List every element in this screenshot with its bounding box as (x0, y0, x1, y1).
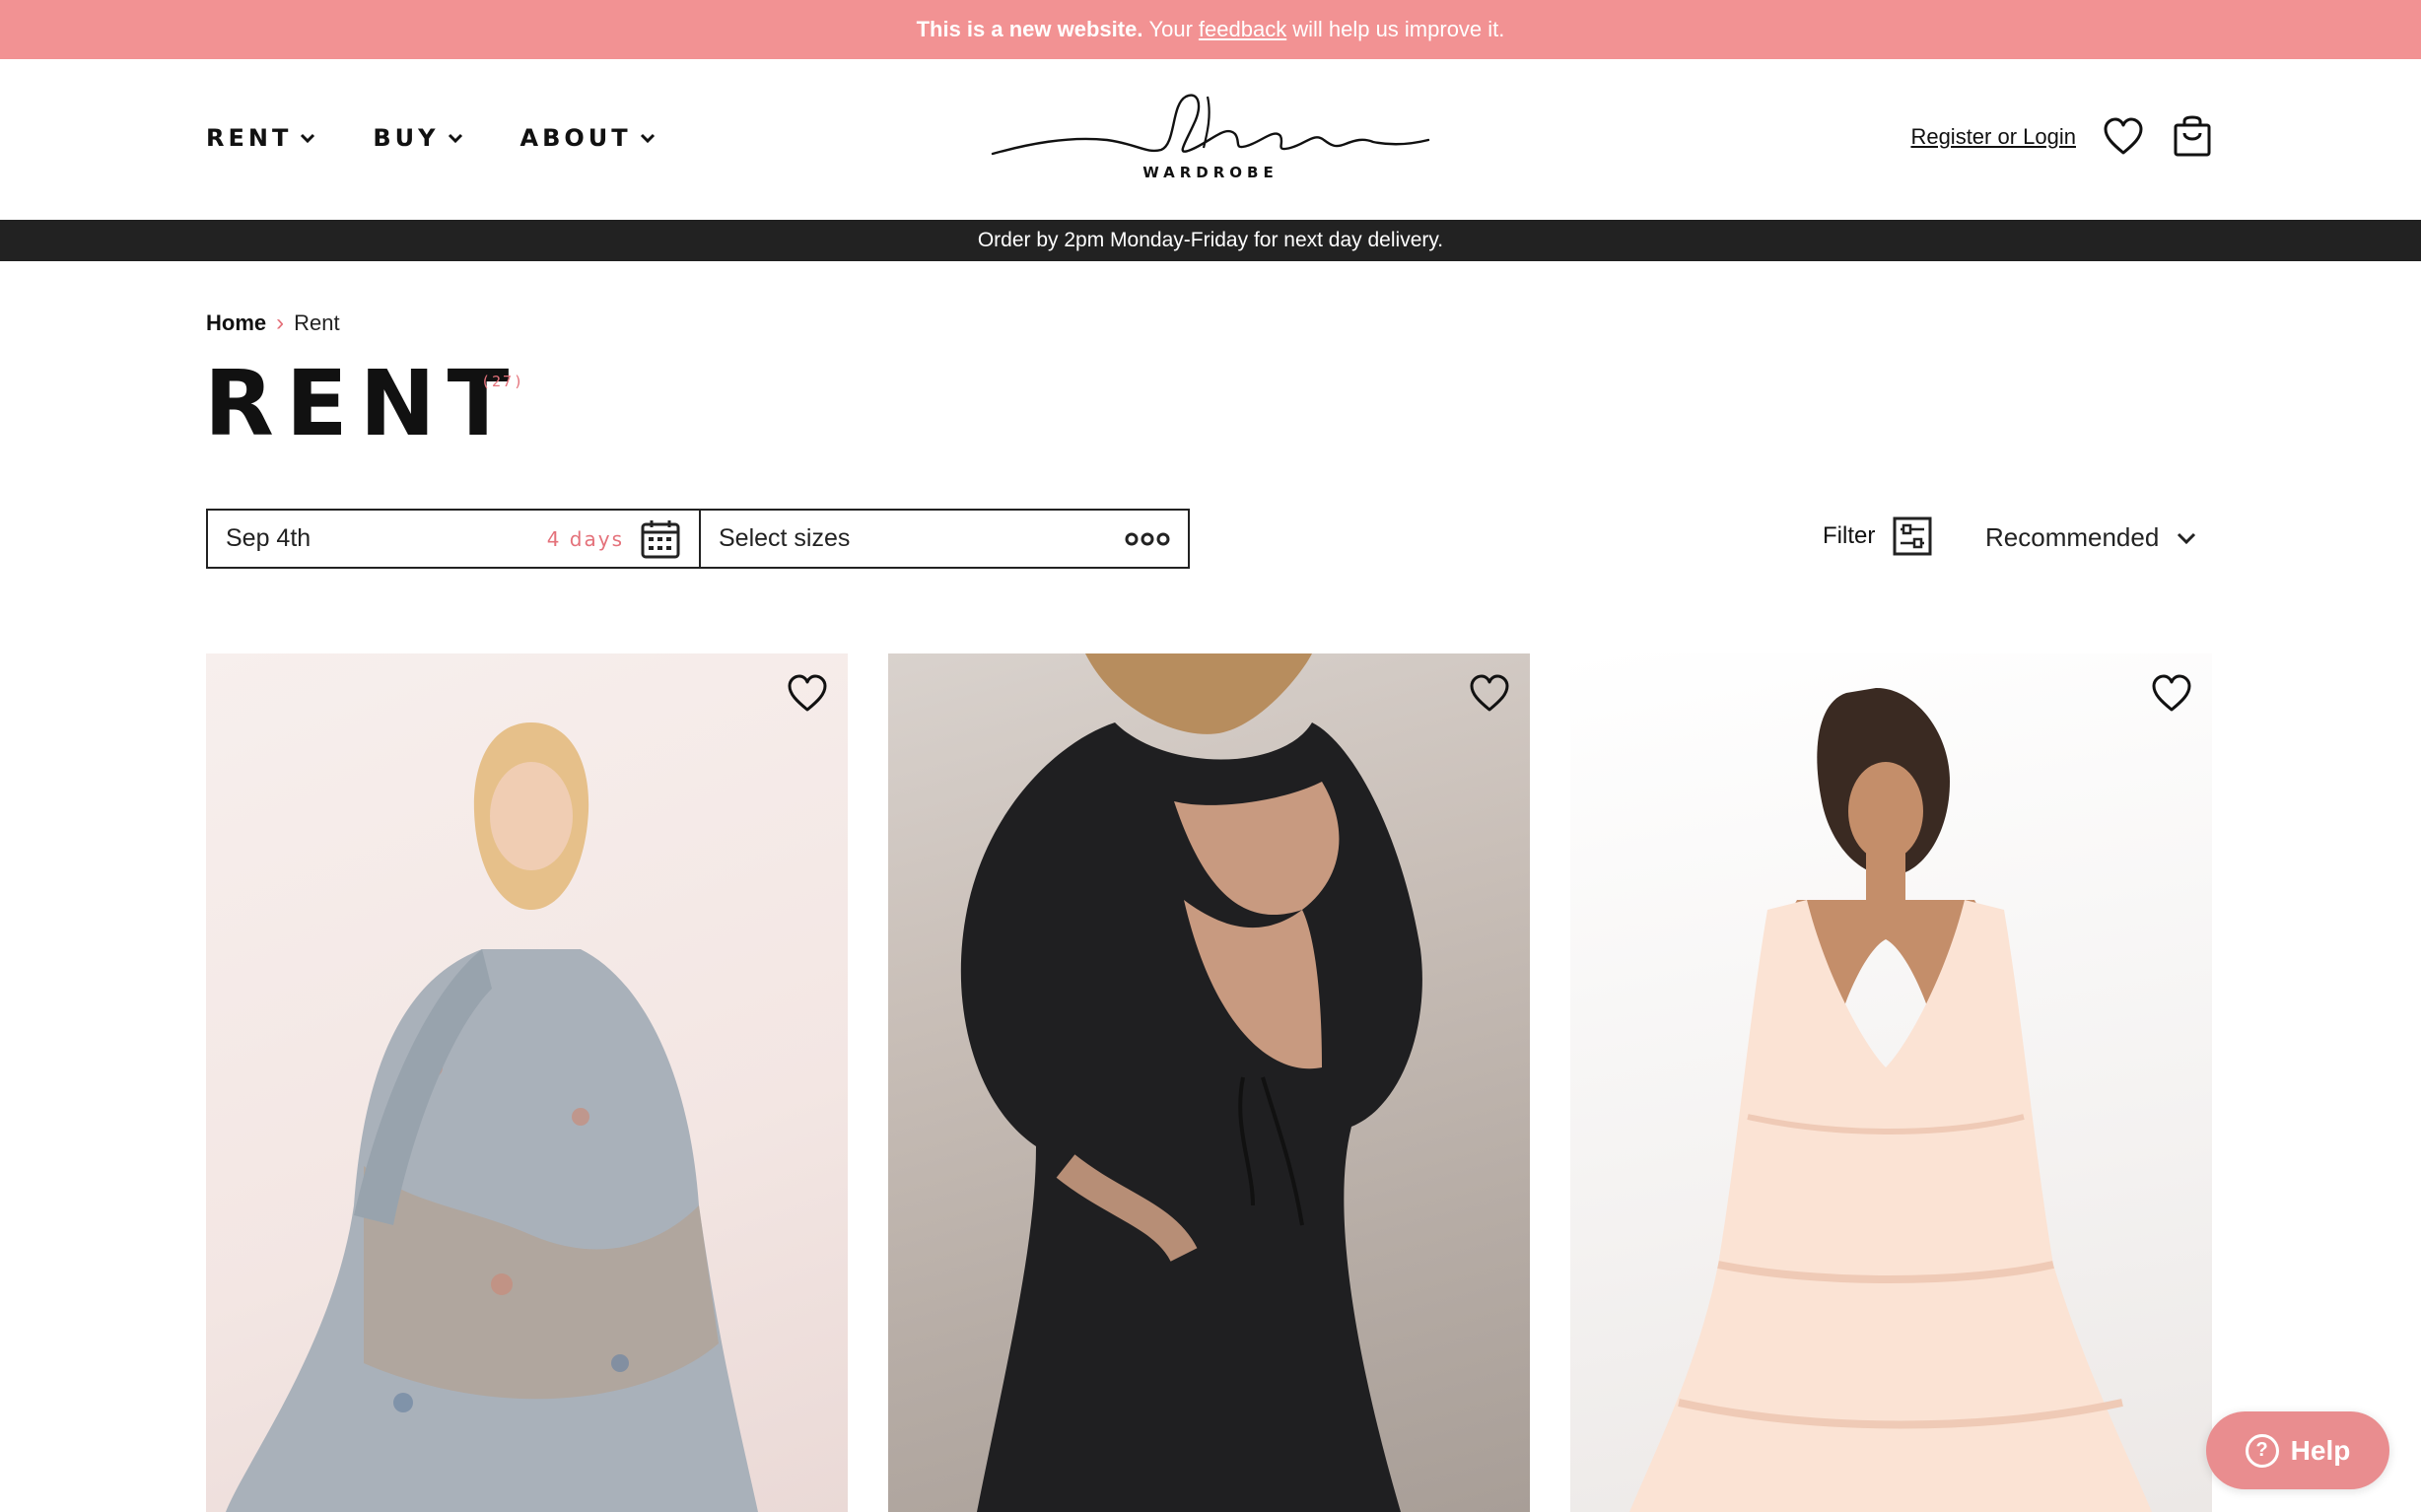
chevron-down-icon (301, 133, 315, 144)
account-area: Register or Login (1910, 115, 2214, 159)
sort-value: Recommended (1985, 522, 2160, 552)
size-selector[interactable]: Select sizes (701, 511, 1188, 567)
wishlist-toggle[interactable] (1465, 669, 1514, 719)
chevron-down-icon (448, 133, 462, 144)
breadcrumb-home[interactable]: Home (206, 310, 266, 336)
rental-duration: 4 days (546, 526, 624, 551)
heart-icon (1470, 674, 1509, 712)
cart-button[interactable] (2171, 115, 2214, 159)
page-title: RENT (204, 351, 521, 456)
product-grid (206, 653, 2213, 1512)
breadcrumb: Home › Rent (206, 309, 340, 337)
announcement-post: will help us improve it. (1292, 17, 1505, 41)
date-picker[interactable]: Sep 4th 4 days (208, 511, 701, 567)
announcement-bold: This is a new website. (916, 17, 1143, 41)
help-button[interactable]: ? Help (2206, 1411, 2389, 1489)
register-login-link[interactable]: Register or Login (1910, 124, 2076, 150)
breadcrumb-separator: › (276, 309, 285, 336)
product-image (960, 653, 1422, 1512)
heart-icon (788, 674, 827, 712)
site-logo[interactable]: WARDROBE (989, 85, 1432, 193)
nav-rent[interactable]: RENT (206, 124, 315, 152)
nav-about-label: ABOUT (519, 124, 632, 152)
main-nav: RENT BUY ABOUT (206, 124, 656, 152)
delivery-bar: Order by 2pm Monday-Friday for next day … (0, 220, 2421, 261)
announcement-pre: Your (1148, 17, 1193, 41)
breadcrumb-current: Rent (294, 310, 340, 335)
logo-wordmark: WARDROBE (1142, 164, 1279, 181)
product-image (226, 722, 758, 1512)
bag-icon (2174, 115, 2211, 157)
delivery-text: Order by 2pm Monday-Friday for next day … (977, 229, 1444, 251)
filter-icon (1893, 516, 1932, 556)
site-header: RENT BUY ABOUT WARDROBE Register or Logi… (0, 59, 2421, 220)
wishlist-toggle[interactable] (2147, 669, 2196, 719)
heart-icon (2152, 674, 2191, 712)
sort-dropdown[interactable]: Recommended (1985, 522, 2196, 553)
help-label: Help (2290, 1434, 2351, 1466)
result-count: (27) (481, 373, 525, 390)
nav-buy-label: BUY (373, 124, 440, 152)
product-image (1629, 688, 2152, 1512)
wishlist-toggle[interactable] (783, 669, 832, 719)
product-card[interactable] (1570, 653, 2212, 1512)
chevron-down-icon (2178, 532, 2196, 544)
filter-button[interactable]: Filter (1823, 516, 1932, 556)
more-dots-icon (1125, 532, 1170, 545)
help-icon: ? (2245, 1433, 2279, 1468)
product-card[interactable] (888, 653, 1530, 1512)
chevron-down-icon (640, 133, 655, 144)
nav-about[interactable]: ABOUT (520, 124, 656, 152)
product-card[interactable] (206, 653, 848, 1512)
filter-label: Filter (1823, 522, 1876, 549)
date-value: Sep 4th (226, 524, 311, 552)
size-placeholder: Select sizes (719, 524, 851, 552)
announcement-bar: This is a new website. Your feedback wil… (0, 0, 2421, 59)
nav-buy[interactable]: BUY (373, 124, 462, 152)
calendar-icon (641, 519, 680, 558)
rental-picker: Sep 4th 4 days Select sizes (206, 509, 1190, 569)
nav-rent-label: RENT (206, 124, 293, 152)
logo-script (991, 94, 1430, 156)
wishlist-button[interactable] (2102, 115, 2145, 159)
heart-icon (2104, 117, 2143, 155)
feedback-link[interactable]: feedback (1199, 17, 1286, 42)
